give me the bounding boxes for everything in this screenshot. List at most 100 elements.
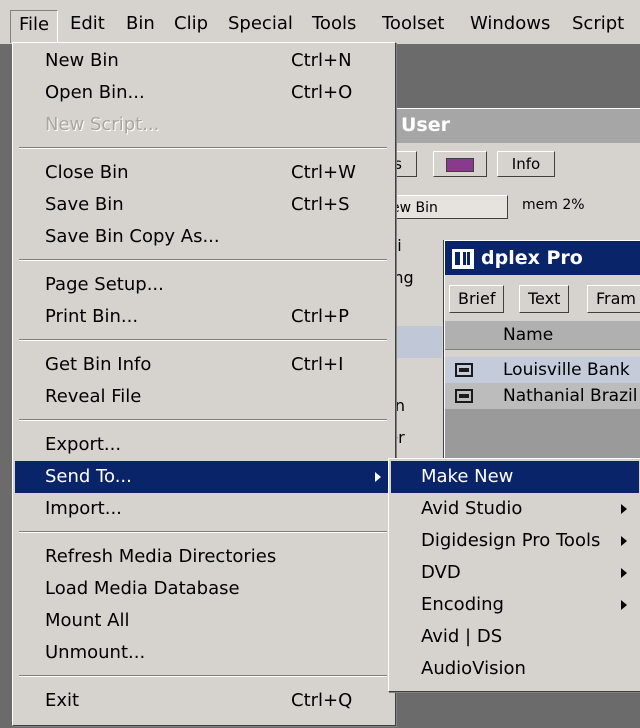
menu-item-label: Close Bin <box>45 162 129 183</box>
menu-item-label: Exit <box>45 690 80 711</box>
menu-item-shortcut: Ctrl+W <box>291 162 356 183</box>
menu-item-label: Load Media Database <box>45 578 240 599</box>
menu-item-close-bin[interactable]: Close Bin Ctrl+W <box>15 157 391 189</box>
submenu-item-digidesign-pro-tools[interactable]: Digidesign Pro Tools <box>391 525 639 557</box>
clip-row[interactable]: Louisville Bank <box>445 357 640 383</box>
menu-separator <box>19 147 387 149</box>
menu-separator <box>19 531 387 533</box>
menu-item-shortcut: Ctrl+I <box>291 354 344 375</box>
menu-file[interactable]: File <box>10 10 59 43</box>
menu-item-get-bin-info[interactable]: Get Bin Info Ctrl+I <box>15 349 391 381</box>
submenu-item-audiovision[interactable]: AudioVision <box>391 653 639 685</box>
menu-item-label: Save Bin <box>45 194 124 215</box>
menu-item-reveal-file[interactable]: Reveal File <box>15 381 391 413</box>
submenu-item-make-new[interactable]: Make New <box>391 461 639 493</box>
menu-item-shortcut: Ctrl+P <box>291 306 349 327</box>
menu-item-export[interactable]: Export... <box>15 429 391 461</box>
tab-text[interactable]: Text <box>519 285 570 313</box>
dplex-bin-window: dplex Pro Brief Text Fram Name Louisvill… <box>444 240 640 460</box>
menu-separator <box>19 419 387 421</box>
menu-item-refresh-media-directories[interactable]: Refresh Media Directories <box>15 541 391 573</box>
menu-item-new-script: New Script... <box>15 109 391 141</box>
menu-script[interactable]: Script <box>564 10 632 38</box>
submenu-item-label: Avid Studio <box>421 498 523 519</box>
submenu-item-label: AudioVision <box>421 658 526 679</box>
clip-name: Louisville Bank <box>503 360 630 380</box>
submenu-item-avid-studio[interactable]: Avid Studio <box>391 493 639 525</box>
menu-item-import[interactable]: Import... <box>15 493 391 525</box>
menu-item-label: Mount All <box>45 610 130 631</box>
bin-tab-color[interactable] <box>433 151 487 177</box>
menu-windows[interactable]: Windows <box>462 10 558 38</box>
column-header-name[interactable]: Name <box>445 321 640 350</box>
menu-item-open-bin[interactable]: Open Bin... Ctrl+O <box>15 77 391 109</box>
menu-special[interactable]: Special <box>220 10 301 38</box>
menu-separator <box>19 259 387 261</box>
menu-item-label: Save Bin Copy As... <box>45 226 220 247</box>
menu-item-label: Open Bin... <box>45 82 145 103</box>
submenu-item-label: DVD <box>421 562 461 583</box>
menu-bin[interactable]: Bin <box>118 10 163 38</box>
menu-item-save-bin[interactable]: Save Bin Ctrl+S <box>15 189 391 221</box>
clip-icon <box>455 389 473 403</box>
submenu-item-avid-ds[interactable]: Avid | DS <box>391 621 639 653</box>
menu-item-label: Page Setup... <box>45 274 164 295</box>
menu-item-shortcut: Ctrl+N <box>291 50 352 71</box>
menu-item-label: Get Bin Info <box>45 354 152 375</box>
menu-item-label: New Bin <box>45 50 119 71</box>
menu-item-label: Refresh Media Directories <box>45 546 277 567</box>
menu-item-load-media-database[interactable]: Load Media Database <box>15 573 391 605</box>
menu-item-print-bin[interactable]: Print Bin... Ctrl+P <box>15 301 391 333</box>
column-header-label: Name <box>503 325 554 345</box>
submenu-arrow-icon <box>621 600 627 610</box>
file-menu: New Bin Ctrl+N Open Bin... Ctrl+O New Sc… <box>12 42 396 726</box>
dplex-title: dplex Pro <box>481 247 583 269</box>
menu-item-shortcut: Ctrl+S <box>291 194 350 215</box>
menu-item-shortcut: Ctrl+Q <box>291 690 353 711</box>
submenu-arrow-icon <box>621 568 627 578</box>
menu-item-new-bin[interactable]: New Bin Ctrl+N <box>15 45 391 77</box>
send-to-submenu: Make New Avid Studio Digidesign Pro Tool… <box>388 458 640 692</box>
submenu-item-label: Digidesign Pro Tools <box>421 530 601 551</box>
menu-item-label: Reveal File <box>45 386 142 407</box>
menu-item-unmount[interactable]: Unmount... <box>15 637 391 669</box>
dplex-titlebar[interactable]: dplex Pro <box>445 241 640 275</box>
submenu-arrow-icon <box>375 472 381 482</box>
new-bin-button[interactable]: ew Bin <box>384 195 508 219</box>
tab-brief[interactable]: Brief <box>449 285 505 313</box>
submenu-item-dvd[interactable]: DVD <box>391 557 639 589</box>
menu-item-label: Export... <box>45 434 122 455</box>
menu-item-save-bin-copy-as[interactable]: Save Bin Copy As... <box>15 221 391 253</box>
menu-clip[interactable]: Clip <box>166 10 216 38</box>
clip-row[interactable]: Nathanial Brazil <box>445 383 640 409</box>
menu-item-mount-all[interactable]: Mount All <box>15 605 391 637</box>
menu-edit[interactable]: Edit <box>62 10 113 38</box>
menu-toolset[interactable]: Toolset <box>374 10 452 38</box>
submenu-item-label: Make New <box>421 466 514 487</box>
color-swatch-icon <box>446 157 474 172</box>
menu-bar: File Edit Bin Clip Special Tools Toolset… <box>0 0 640 45</box>
submenu-item-label: Encoding <box>421 594 504 615</box>
bin-titlebar[interactable]: User <box>381 109 640 143</box>
clip-icon <box>455 363 473 377</box>
bin-window-icon <box>451 248 475 270</box>
menu-item-exit[interactable]: Exit Ctrl+Q <box>15 685 391 717</box>
submenu-arrow-icon <box>621 504 627 514</box>
menu-item-page-setup[interactable]: Page Setup... <box>15 269 391 301</box>
clip-name: Nathanial Brazil <box>503 386 638 406</box>
bin-empty-area <box>445 409 640 459</box>
menu-item-label: New Script... <box>45 114 160 135</box>
submenu-item-label: Avid | DS <box>421 626 503 647</box>
menu-item-shortcut: Ctrl+O <box>291 82 353 103</box>
menu-separator <box>19 339 387 341</box>
tab-frame[interactable]: Fram <box>587 285 640 313</box>
menu-tools[interactable]: Tools <box>304 10 364 38</box>
bin-tab-info[interactable]: Info <box>497 151 555 177</box>
bin-title: User <box>401 114 450 136</box>
menu-item-label: Import... <box>45 498 122 519</box>
menu-item-label: Unmount... <box>45 642 146 663</box>
menu-item-label: Send To... <box>45 466 132 487</box>
submenu-arrow-icon <box>621 536 627 546</box>
menu-item-send-to[interactable]: Send To... <box>15 461 391 493</box>
submenu-item-encoding[interactable]: Encoding <box>391 589 639 621</box>
